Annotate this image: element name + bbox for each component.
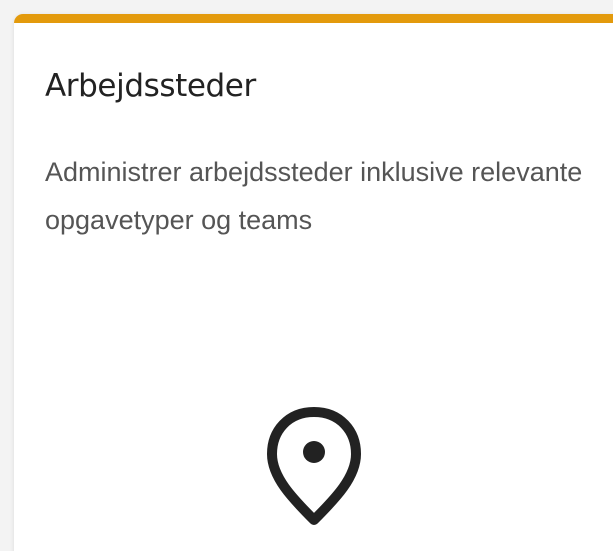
map-pin-icon[interactable] bbox=[261, 404, 367, 544]
page: Arbejdssteder Administrer arbejdssteder … bbox=[0, 0, 613, 551]
card-description: Administrer arbejdssteder inklusive rele… bbox=[45, 157, 583, 235]
card-title: Arbejdssteder bbox=[45, 68, 256, 104]
workplaces-card[interactable]: Arbejdssteder Administrer arbejdssteder … bbox=[14, 14, 613, 551]
card-accent-bar bbox=[14, 14, 613, 23]
